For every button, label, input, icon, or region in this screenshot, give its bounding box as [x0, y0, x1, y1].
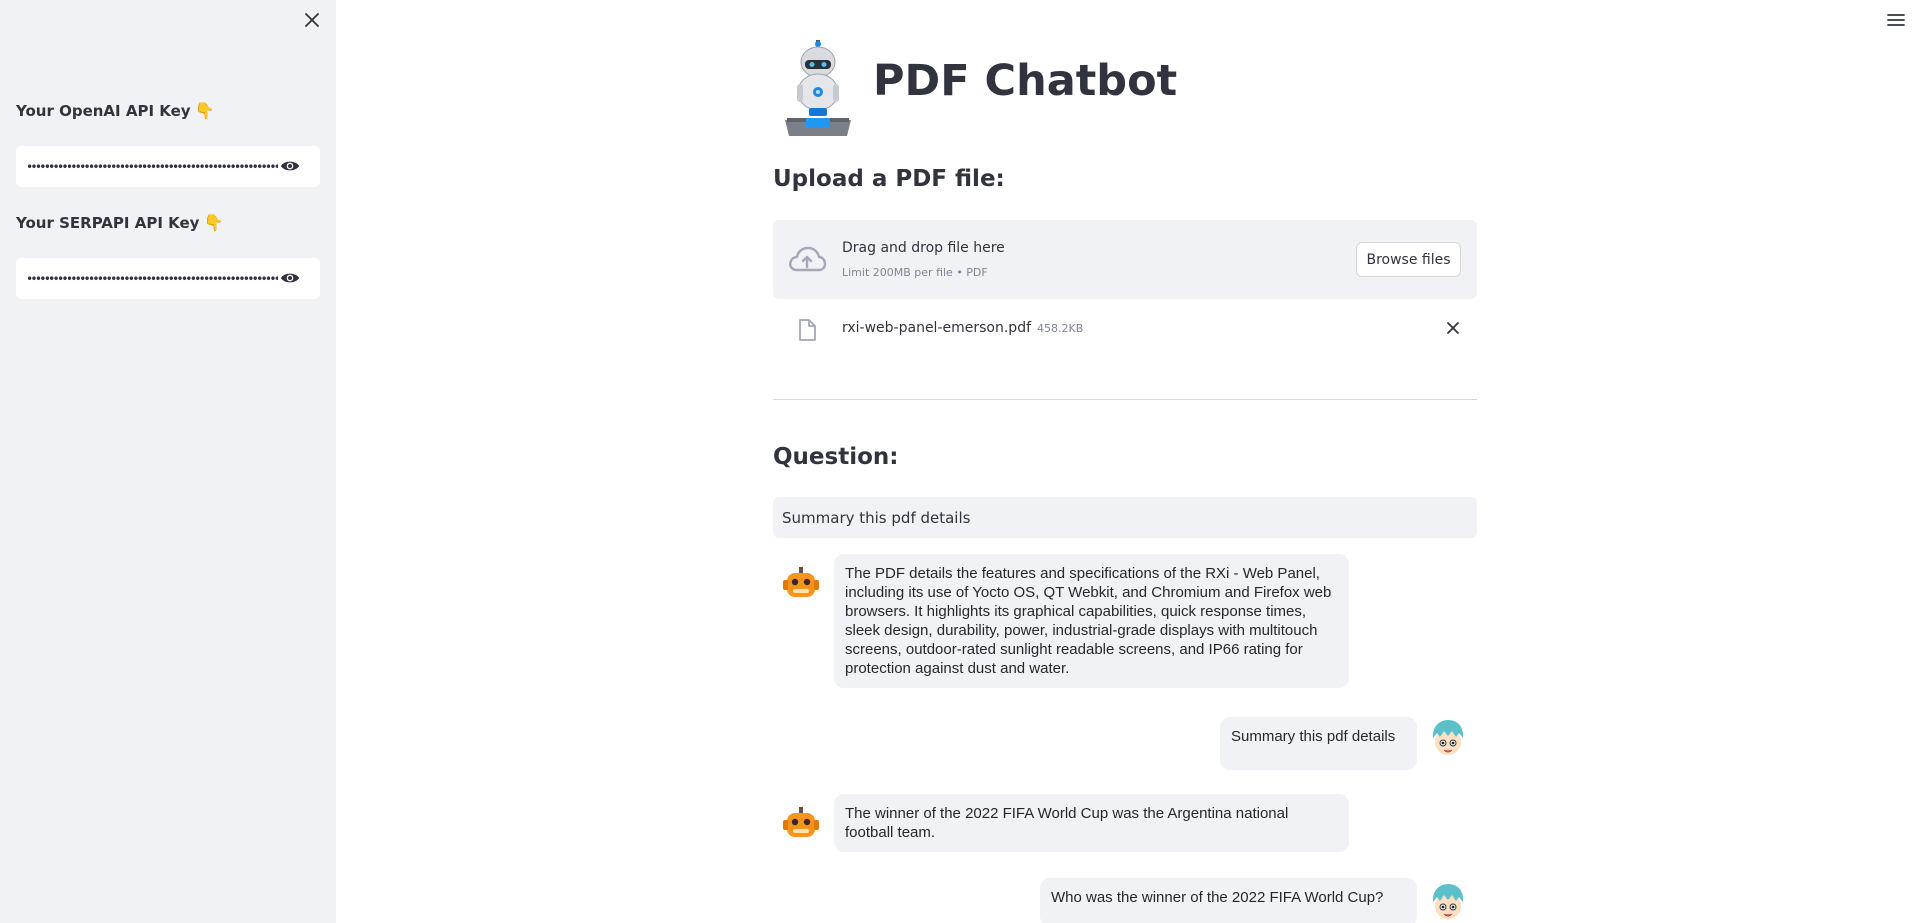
hamburger-icon[interactable]	[1884, 8, 1908, 32]
bot-message: The winner of the 2022 FIFA World Cup wa…	[834, 794, 1349, 852]
serpapi-key-input[interactable]: ••••••••••••••••••••••••••••••••••••••••…	[16, 258, 320, 299]
file-size: 458.2KB	[1037, 322, 1084, 335]
file-icon	[799, 319, 816, 341]
browse-files-button[interactable]: Browse files	[1356, 242, 1461, 277]
dropzone-subtitle: Limit 200MB per file • PDF	[842, 266, 988, 279]
openai-key-label-text: Your OpenAI API Key	[16, 102, 191, 120]
user-message: Summary this pdf details	[1220, 717, 1417, 770]
user-message: Who was the winner of the 2022 FIFA Worl…	[1040, 878, 1417, 923]
openai-key-value: ••••••••••••••••••••••••••••••••••••••••…	[26, 159, 278, 174]
cloud-upload-icon	[789, 246, 827, 272]
question-input[interactable]: Summary this pdf details	[773, 497, 1477, 538]
user-avatar	[1426, 716, 1470, 760]
upload-heading: Upload a PDF file:	[773, 166, 1005, 192]
serpapi-key-label-text: Your SERPAPI API Key	[16, 214, 200, 232]
pointing-down-icon: 👇	[194, 101, 215, 120]
bot-avatar	[779, 803, 823, 847]
question-heading: Question:	[773, 444, 899, 470]
openai-key-label: Your OpenAI API Key 👇	[16, 102, 214, 120]
file-name: rxi-web-panel-emerson.pdf 458.2KB	[842, 320, 1083, 336]
sidebar: Your OpenAI API Key 👇 ••••••••••••••••••…	[0, 0, 336, 923]
dropzone-title: Drag and drop file here	[842, 240, 1005, 256]
file-name-text: rxi-web-panel-emerson.pdf	[842, 320, 1032, 336]
eye-icon[interactable]	[280, 270, 300, 286]
pointing-down-icon: 👇	[203, 213, 224, 232]
close-icon[interactable]	[300, 8, 324, 32]
bot-avatar	[779, 563, 823, 607]
close-icon[interactable]	[1443, 318, 1463, 338]
robot-logo	[785, 40, 851, 136]
uploaded-file: rxi-web-panel-emerson.pdf 458.2KB	[773, 310, 1477, 346]
serpapi-key-label: Your SERPAPI API Key 👇	[16, 214, 223, 232]
eye-icon[interactable]	[280, 158, 300, 174]
openai-key-input[interactable]: ••••••••••••••••••••••••••••••••••••••••…	[16, 146, 320, 187]
file-dropzone[interactable]: Drag and drop file here Limit 200MB per …	[773, 220, 1477, 299]
bot-message: The PDF details the features and specifi…	[834, 554, 1349, 688]
divider	[773, 399, 1477, 400]
page-title: PDF Chatbot	[873, 56, 1178, 106]
serpapi-key-value: ••••••••••••••••••••••••••••••••••••••••…	[26, 271, 278, 286]
user-avatar	[1426, 880, 1470, 923]
